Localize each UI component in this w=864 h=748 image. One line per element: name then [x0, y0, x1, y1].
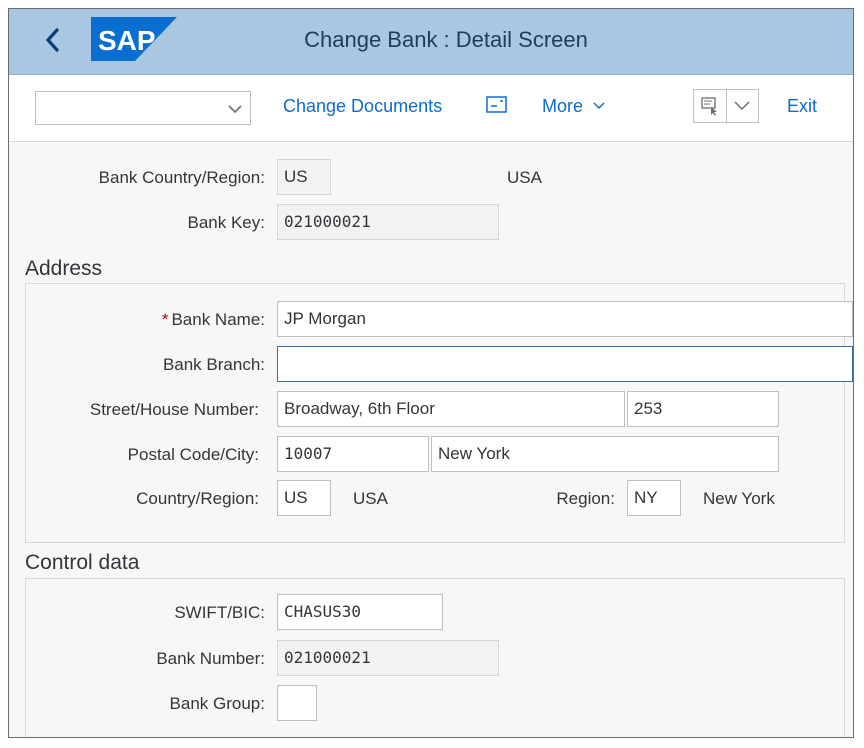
bank-group-label: Bank Group: — [169, 694, 265, 713]
city-field[interactable]: New York — [431, 436, 779, 472]
chevron-down-icon — [228, 105, 242, 114]
exit-button[interactable]: Exit — [787, 96, 817, 117]
document-icon[interactable] — [485, 94, 509, 116]
more-button-label: More — [542, 96, 584, 116]
region-field[interactable]: NY — [627, 480, 681, 516]
swift-bic-field[interactable]: CHASUS30 — [277, 594, 443, 630]
street-label: Street/House Number: — [89, 400, 259, 419]
region-text: New York — [703, 489, 775, 508]
control-data-section-title: Control data — [25, 551, 140, 574]
bank-number-field: 021000021 — [277, 640, 499, 676]
bank-key-field: 021000021 — [277, 204, 499, 240]
country-text: USA — [353, 489, 388, 508]
postal-code-field[interactable]: 10007 — [277, 436, 429, 472]
bank-country-text: USA — [507, 168, 542, 187]
bank-name-field[interactable]: JP Morgan — [277, 301, 853, 337]
bank-country-label: Bank Country/Region: — [98, 168, 265, 187]
bank-country-field: US — [277, 159, 331, 195]
bank-group-field[interactable] — [277, 685, 317, 721]
country-label: Country/Region: — [136, 489, 259, 508]
required-indicator: * — [161, 310, 169, 329]
postal-city-label: Postal Code/City: — [127, 445, 259, 464]
bank-name-label: * Bank Name: — [162, 310, 265, 330]
page-title: Change Bank : Detail Screen — [304, 27, 588, 52]
more-button[interactable]: More — [542, 96, 606, 117]
house-number-field[interactable]: 253 — [627, 391, 779, 427]
toolbar: Change Documents More Exit — [9, 75, 853, 142]
street-field[interactable]: Broadway, 6th Floor — [277, 391, 625, 427]
region-label: Region: — [556, 489, 615, 508]
chevron-down-icon — [734, 101, 750, 111]
display-icon — [701, 97, 717, 116]
swift-bic-label: SWIFT/BIC: — [174, 603, 265, 622]
bank-branch-label: Bank Branch: — [162, 355, 265, 374]
bank-name-label-text: Bank Name: — [171, 310, 265, 329]
app-window: SAP Change Bank : Detail Screen Change D… — [8, 8, 854, 738]
variant-select[interactable] — [35, 91, 251, 125]
chevron-down-icon — [593, 102, 605, 110]
country-field[interactable]: US — [277, 480, 331, 516]
bank-number-label: Bank Number: — [156, 649, 265, 668]
change-documents-button[interactable]: Change Documents — [283, 96, 442, 117]
bank-key-label: Bank Key: — [187, 213, 266, 232]
display-settings-button[interactable] — [693, 89, 759, 123]
bank-branch-field[interactable] — [277, 346, 853, 382]
shell-header: SAP Change Bank : Detail Screen — [9, 9, 853, 75]
address-section-title: Address — [25, 257, 103, 280]
